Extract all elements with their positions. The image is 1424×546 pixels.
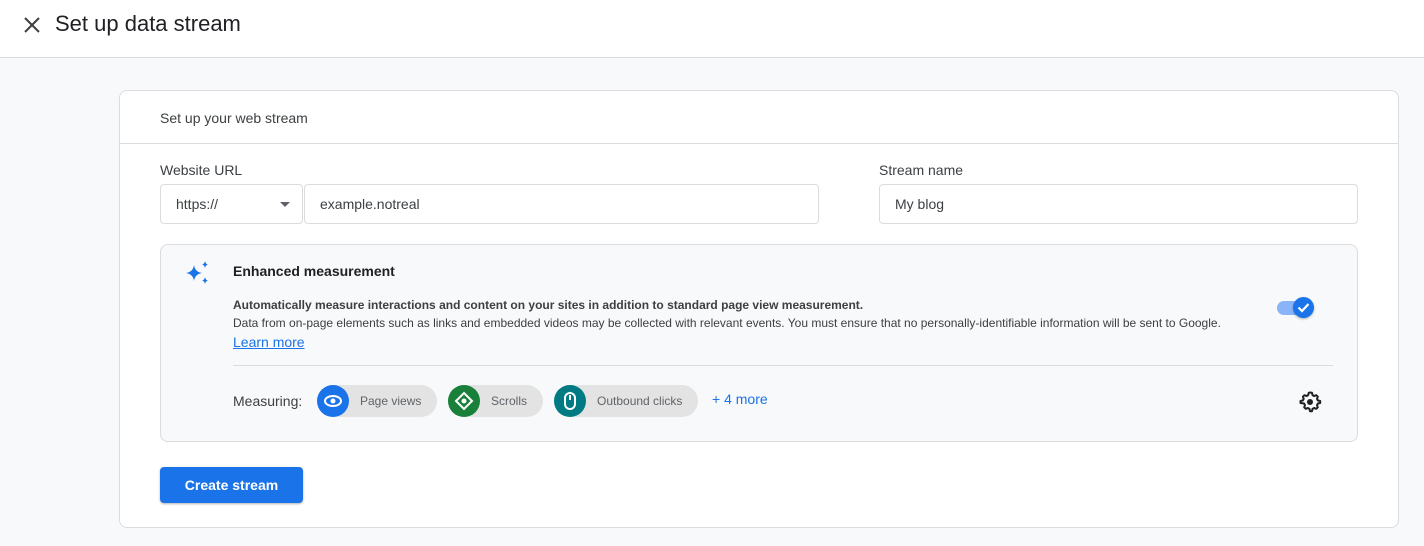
stream-name-input[interactable]: My blog — [879, 184, 1358, 224]
web-stream-card: Set up your web stream Website URL https… — [119, 90, 1399, 528]
enhanced-description: Automatically measure interactions and c… — [233, 298, 864, 312]
website-url-input[interactable]: example.notreal — [304, 184, 819, 224]
top-bar: Set up data stream — [0, 0, 1424, 58]
divider — [233, 365, 1333, 366]
close-icon[interactable] — [20, 13, 44, 37]
page-title: Set up data stream — [55, 11, 241, 36]
chip-scrolls: Scrolls — [448, 385, 544, 417]
card-heading: Set up your web stream — [120, 91, 1398, 144]
protocol-value: https:// — [176, 196, 219, 212]
chip-label: Scrolls — [491, 394, 528, 408]
stream-name-label: Stream name — [879, 162, 964, 178]
enhanced-measurement-title: Enhanced measurement — [233, 263, 395, 279]
create-stream-button[interactable]: Create stream — [160, 467, 303, 503]
gear-icon[interactable] — [1298, 390, 1322, 414]
more-events-link[interactable]: + 4 more — [712, 391, 768, 407]
dropdown-arrow-icon — [280, 202, 290, 207]
check-icon — [1297, 303, 1310, 313]
toggle-knob — [1293, 297, 1314, 318]
chip-outbound-clicks: Outbound clicks — [554, 385, 699, 417]
website-url-label: Website URL — [160, 162, 243, 178]
mouse-icon — [554, 385, 586, 417]
enhanced-measurement-toggle[interactable] — [1277, 297, 1315, 319]
chip-label: Outbound clicks — [597, 394, 683, 408]
chip-page-views: Page views — [317, 385, 438, 417]
protocol-select[interactable]: https:// — [160, 184, 303, 224]
chip-label: Page views — [360, 394, 422, 408]
sparkle-icon — [186, 261, 208, 284]
measuring-label: Measuring: — [233, 393, 303, 409]
enhanced-measurement-panel: Enhanced measurement Automatically measu… — [160, 244, 1358, 442]
scroll-icon — [448, 385, 480, 417]
learn-more-link[interactable]: Learn more — [233, 334, 305, 350]
privacy-notice: Data from on-page elements such as links… — [233, 316, 1221, 330]
eye-icon — [317, 385, 349, 417]
